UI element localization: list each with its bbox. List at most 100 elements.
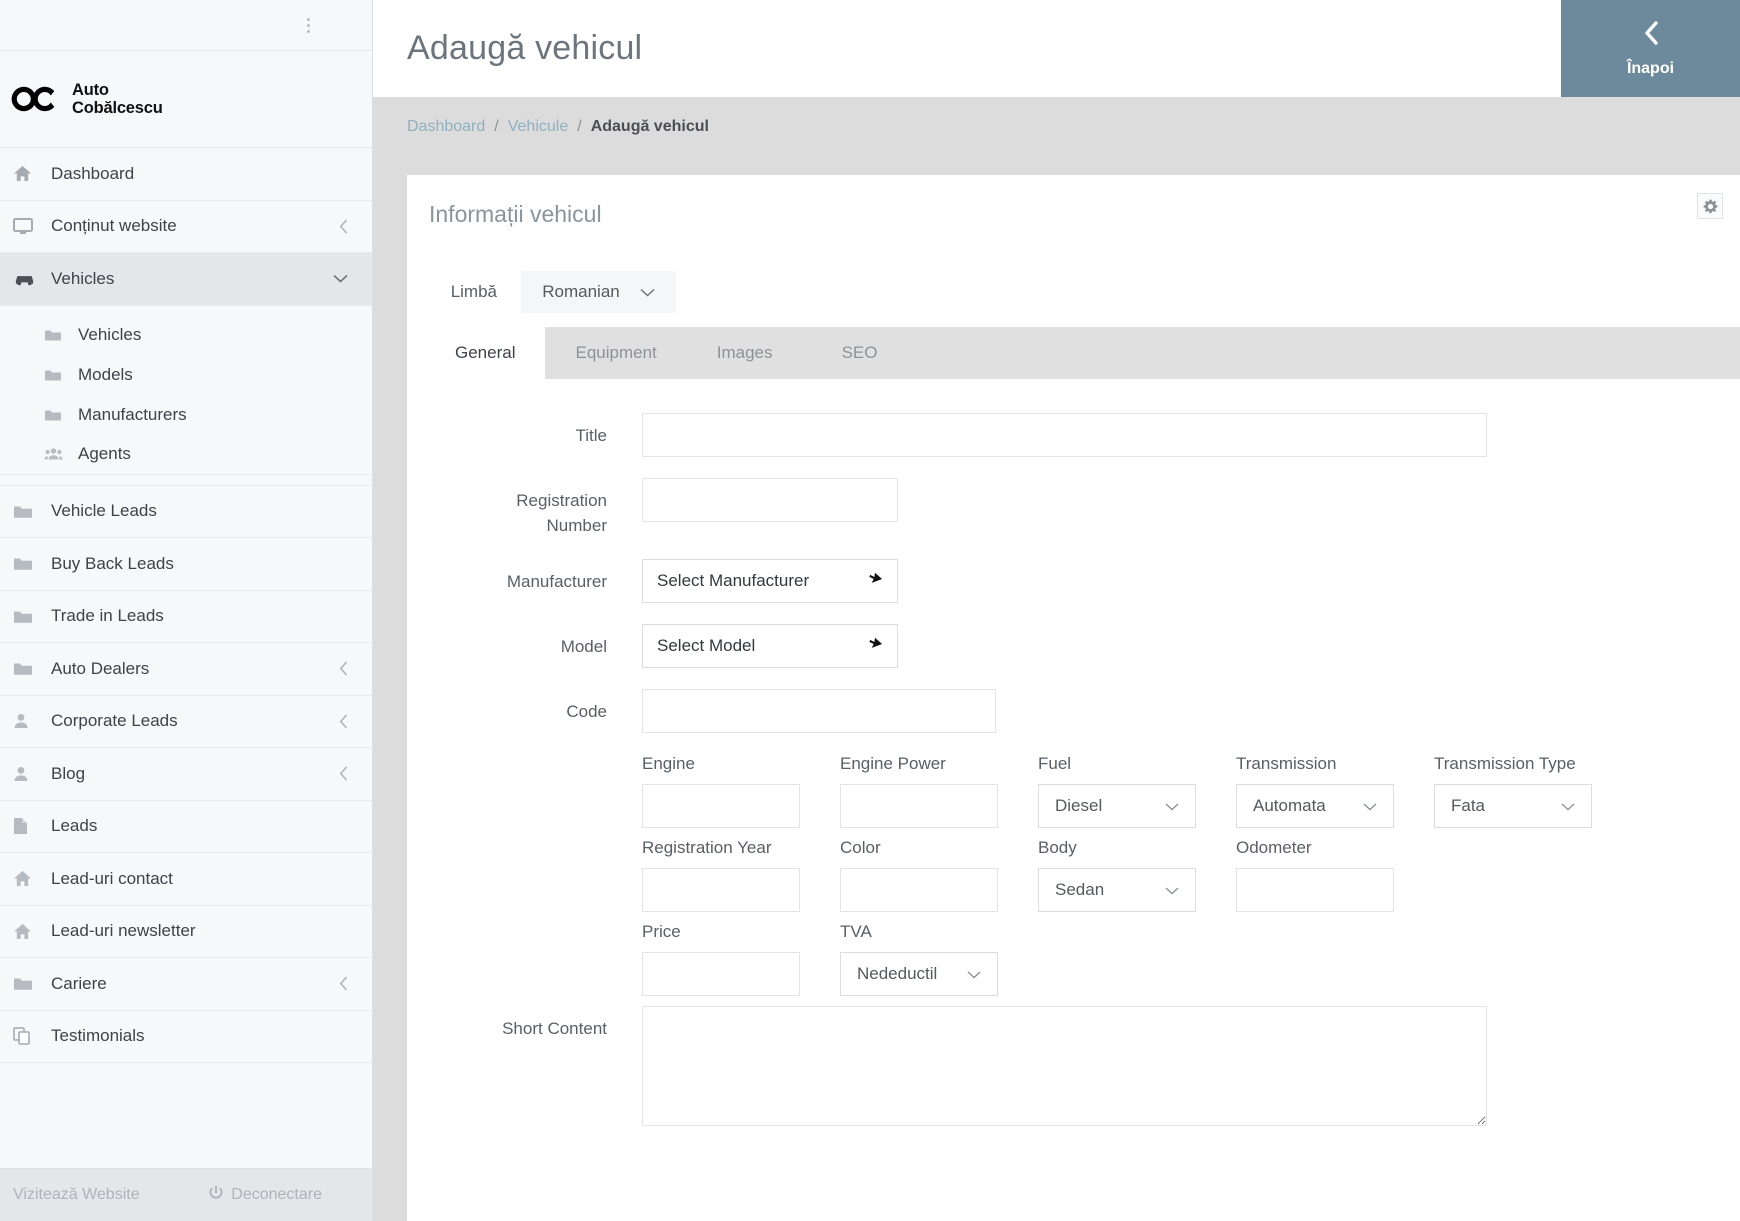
manufacturer-select[interactable]: Select Manufacturer: [642, 559, 898, 603]
model-select[interactable]: Select Model: [642, 624, 898, 668]
logout-button[interactable]: Deconectare: [208, 1185, 372, 1206]
odometer-label: Odometer: [1236, 838, 1312, 857]
content-area: Informații vehicul Limbă Romanian Genera…: [373, 157, 1740, 1221]
form-row-details: Registration Year Color Body Sedan Odome…: [642, 838, 1740, 912]
folder-icon: [13, 609, 43, 624]
tva-select[interactable]: Nedeductil: [840, 952, 998, 996]
tab-seo[interactable]: SEO: [803, 327, 917, 379]
odometer-input[interactable]: [1236, 868, 1394, 912]
body-select-value: Sedan: [1055, 880, 1105, 899]
user-icon: [13, 766, 43, 782]
transmission-field: Transmission Automata: [1236, 754, 1394, 828]
short-content-textarea[interactable]: [642, 1006, 1487, 1126]
sidebar-item-label: Vehicles: [51, 268, 115, 288]
language-label: Limbă: [450, 282, 497, 301]
registration-year-input[interactable]: [642, 868, 800, 912]
sidebar-item-label: Corporate Leads: [51, 711, 178, 731]
vehicle-form: Title Registration Number Manufacturer S…: [407, 379, 1740, 1126]
transmission-select[interactable]: Automata: [1236, 784, 1394, 828]
sidebar-item-buy-back-leads[interactable]: Buy Back Leads: [0, 538, 372, 591]
price-field: Price: [642, 922, 800, 996]
kebab-menu-icon[interactable]: [307, 17, 310, 33]
chevron-left-icon[interactable]: [339, 714, 348, 729]
chevron-left-icon[interactable]: [339, 976, 348, 991]
body-select[interactable]: Sedan: [1038, 868, 1196, 912]
language-select[interactable]: Romanian: [521, 271, 676, 313]
brand-logo-area[interactable]: Auto Cobălcescu: [0, 51, 372, 148]
folder-icon: [44, 368, 72, 382]
sidebar-item-label: Dashboard: [51, 163, 135, 183]
chevron-left-icon[interactable]: [339, 766, 348, 781]
sidebar-item-testimonials[interactable]: Testimonials: [0, 1010, 372, 1063]
chevron-left-icon[interactable]: [339, 661, 348, 676]
code-input[interactable]: [642, 689, 996, 733]
sidebar-item-lead-uri-newsletter[interactable]: Lead-uri newsletter: [0, 905, 372, 958]
sidebar-item-continut-website[interactable]: Conținut website: [0, 200, 372, 253]
sidebar-item-trade-in-leads[interactable]: Trade in Leads: [0, 590, 372, 643]
sidebar-item-label: Testimonials: [51, 1026, 145, 1046]
visit-website-link[interactable]: Vizitează Website: [0, 1186, 140, 1204]
sidebar-subitem-label: Manufacturers: [78, 404, 187, 424]
folder-icon: [13, 661, 43, 676]
engine-input[interactable]: [642, 784, 800, 828]
form-row-manufacturer: Manufacturer Select Manufacturer: [407, 559, 1740, 603]
transmission-label: Transmission: [1236, 754, 1337, 773]
breadcrumb-item-vehicule[interactable]: Vehicule: [508, 118, 569, 136]
registration-year-field: Registration Year: [642, 838, 800, 912]
tab-equipment[interactable]: Equipment: [545, 327, 686, 379]
breadcrumb: Dashboard / Vehicule / Adaugă vehicul: [373, 97, 1740, 157]
sidebar-item-dashboard[interactable]: Dashboard: [0, 148, 372, 201]
price-input[interactable]: [642, 952, 800, 996]
engine-label: Engine: [642, 754, 695, 773]
sidebar-item-lead-uri-contact[interactable]: Lead-uri contact: [0, 853, 372, 906]
card-header: Informații vehicul: [407, 175, 1740, 247]
manufacturer-label: Manufacturer: [506, 572, 607, 591]
short-content-label: Short Content: [502, 1019, 607, 1038]
sidebar-item-label: Buy Back Leads: [51, 553, 174, 573]
tabs: General Equipment Images SEO: [425, 327, 1740, 379]
sidebar-item-label: Lead-uri contact: [51, 868, 173, 888]
engine-field: Engine: [642, 754, 800, 828]
sidebar-item-blog[interactable]: Blog: [0, 748, 372, 801]
chevron-left-icon[interactable]: [339, 219, 348, 234]
sidebar-item-leads[interactable]: Leads: [0, 800, 372, 853]
transmission-type-select[interactable]: Fata: [1434, 784, 1592, 828]
body-label: Body: [1038, 838, 1077, 857]
registration-number-label: Registration Number: [407, 478, 607, 538]
sidebar-item-vehicles-sub[interactable]: Vehicles: [0, 314, 372, 355]
sidebar-nav: Dashboard Conținut website Vehicles Vehi…: [0, 148, 372, 1168]
chevron-down-icon: [640, 282, 655, 302]
chevron-down-icon[interactable]: [333, 274, 348, 283]
transmission-type-label: Transmission Type: [1434, 754, 1576, 773]
sidebar-item-agents[interactable]: Agents: [0, 434, 372, 475]
sidebar-item-label: Vehicle Leads: [51, 501, 157, 521]
breadcrumb-item-dashboard[interactable]: Dashboard: [407, 118, 485, 136]
engine-power-input[interactable]: [840, 784, 998, 828]
transmission-type-select-value: Fata: [1451, 796, 1486, 815]
tab-images[interactable]: Images: [687, 327, 803, 379]
dropdown-arrow-icon: [867, 636, 883, 657]
sidebar-item-cariere[interactable]: Cariere: [0, 958, 372, 1011]
home-icon: [13, 165, 43, 182]
engine-power-field: Engine Power: [840, 754, 998, 828]
car-icon: [13, 271, 43, 287]
sidebar-item-vehicle-leads[interactable]: Vehicle Leads: [0, 485, 372, 538]
sidebar-item-manufacturers[interactable]: Manufacturers: [0, 394, 372, 435]
registration-number-input[interactable]: [642, 478, 898, 522]
fuel-select[interactable]: Diesel: [1038, 784, 1196, 828]
title-label: Title: [575, 426, 608, 445]
color-input[interactable]: [840, 868, 998, 912]
sidebar-item-models[interactable]: Models: [0, 354, 372, 395]
sidebar-item-corporate-leads[interactable]: Corporate Leads: [0, 695, 372, 748]
sidebar-item-auto-dealers[interactable]: Auto Dealers: [0, 643, 372, 696]
page-title: Adaugă vehicul: [407, 29, 643, 67]
gear-icon[interactable]: [1697, 193, 1723, 219]
back-button[interactable]: Înapoi: [1561, 0, 1740, 97]
sidebar-item-vehicles[interactable]: Vehicles: [0, 253, 372, 306]
tab-general[interactable]: General: [425, 327, 546, 379]
form-row-price: Price TVA Nedeductil: [642, 922, 1740, 996]
form-row-registration-number: Registration Number: [407, 478, 1740, 538]
engine-power-label: Engine Power: [840, 754, 946, 773]
odometer-field: Odometer: [1236, 838, 1394, 912]
title-input[interactable]: [642, 413, 1487, 457]
